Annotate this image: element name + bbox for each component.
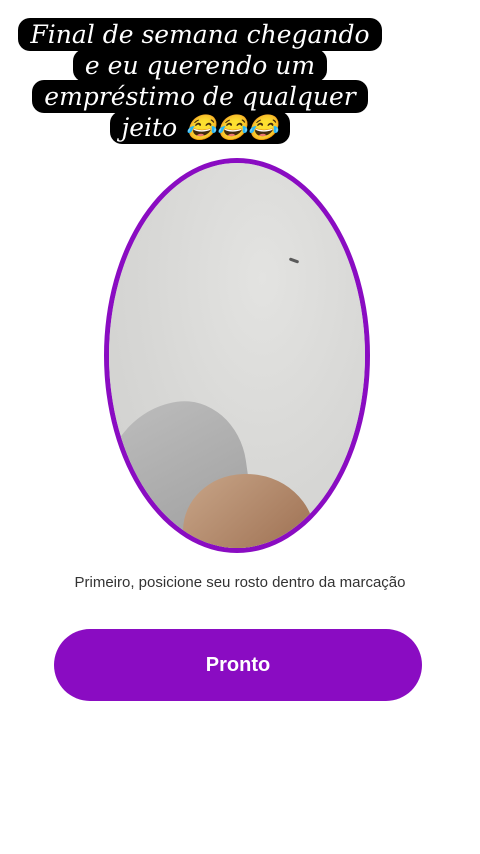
face-capture-screen: Final de semana chegando e eu querendo u… xyxy=(0,0,480,854)
story-caption: Final de semana chegando e eu querendo u… xyxy=(0,18,400,144)
ready-button[interactable]: Pronto xyxy=(54,629,422,701)
caption-line-1: Final de semana chegando xyxy=(18,18,382,51)
face-frame-oval xyxy=(104,158,370,553)
camera-preview xyxy=(109,163,365,548)
caption-line-3: empréstimo de qualquer xyxy=(32,80,368,113)
face-position-instruction: Primeiro, posicione seu rosto dentro da … xyxy=(74,574,406,591)
caption-line-2: e eu querendo um xyxy=(72,49,328,82)
caption-line-4: jeito 😂😂😂 xyxy=(109,111,291,144)
wall-mark xyxy=(288,257,300,264)
